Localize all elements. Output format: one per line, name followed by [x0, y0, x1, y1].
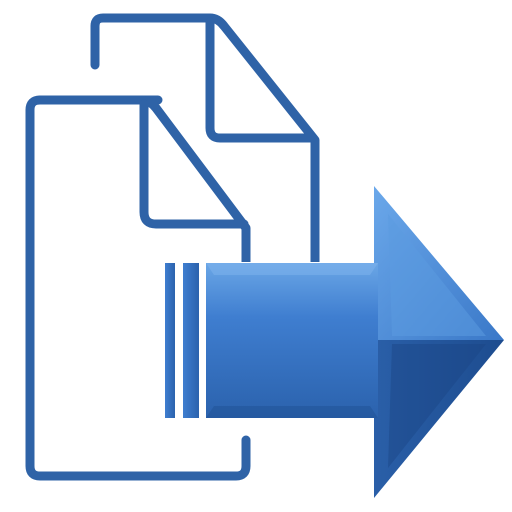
right-arrow-icon — [165, 186, 504, 498]
icon-canvas — [0, 0, 512, 512]
export-documents-icon — [25, 13, 504, 498]
